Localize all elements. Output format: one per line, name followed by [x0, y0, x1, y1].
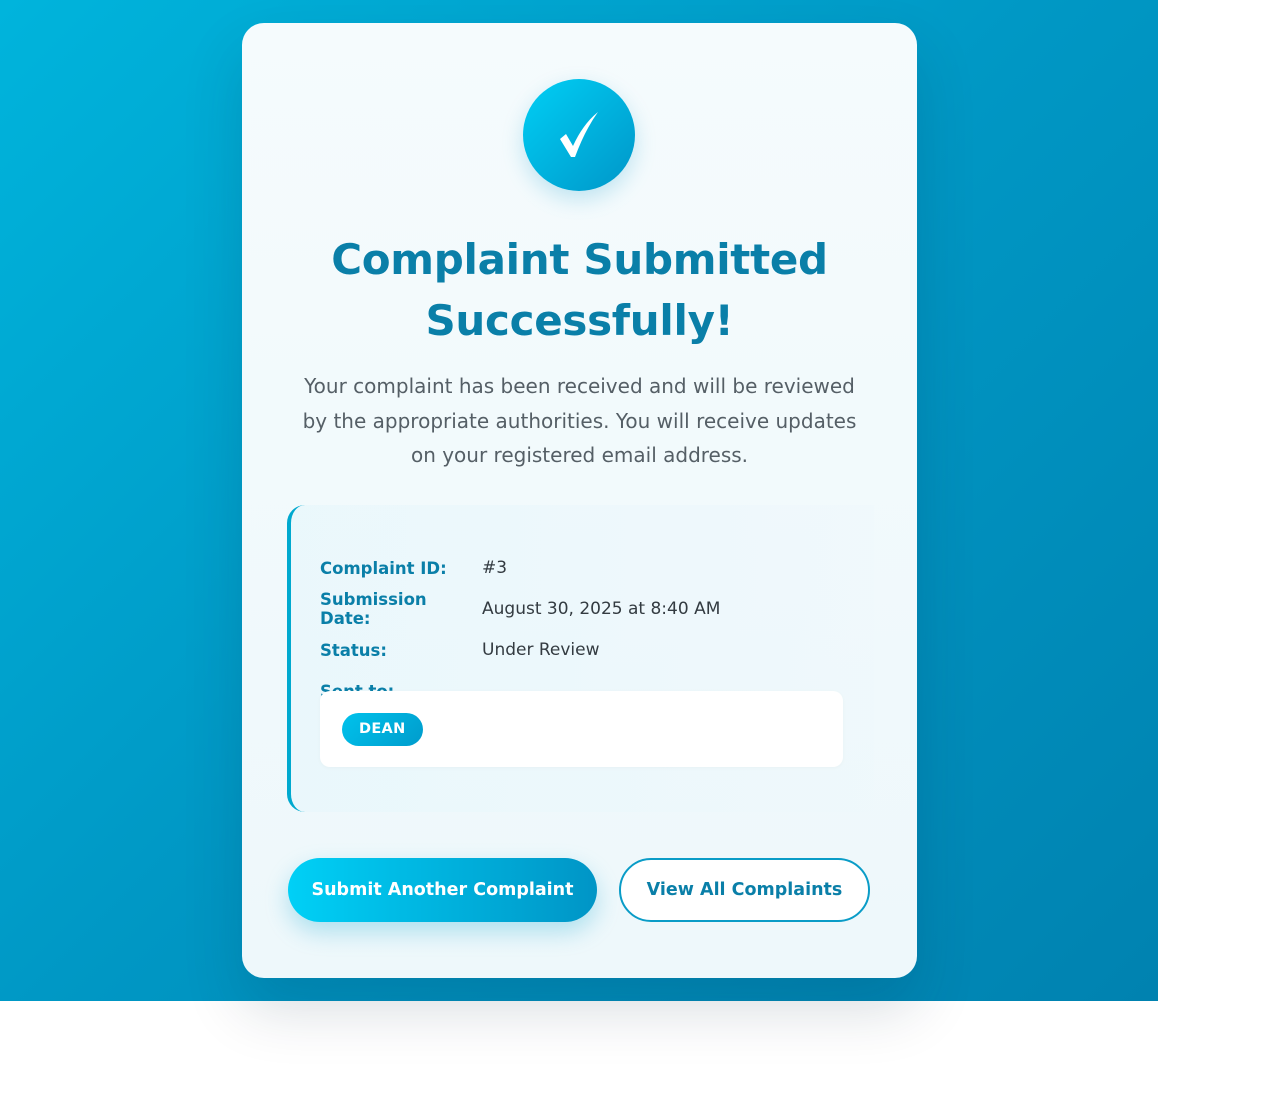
confirmation-card: Complaint Submitted Successfully! Your c… [242, 23, 917, 978]
status-value: Under Review [482, 640, 600, 660]
status-label: Status: [320, 640, 387, 660]
submit-another-complaint-button[interactable]: Submit Another Complaint [288, 858, 597, 922]
recipients-box: DEAN [320, 691, 843, 767]
complaint-details-panel: Complaint ID: #3 Submission Date: August… [287, 505, 874, 812]
success-badge [523, 79, 635, 191]
detail-row-complaint-id: Complaint ID: #3 [320, 556, 507, 580]
recipient-badge: DEAN [342, 713, 423, 746]
complaint-id-value: #3 [482, 558, 508, 578]
success-description: Your complaint has been received and wil… [302, 374, 857, 467]
submission-date-label: Submission Date: [320, 590, 427, 628]
detail-row-submission-date: Submission Date: August 30, 2025 at 8:40… [320, 590, 721, 628]
submission-date-value: August 30, 2025 at 8:40 AM [482, 599, 721, 619]
page-title: Complaint Submitted Successfully! [331, 235, 828, 345]
complaint-id-label: Complaint ID: [320, 558, 447, 578]
checkmark-icon [560, 112, 598, 157]
view-all-complaints-button[interactable]: View All Complaints [619, 858, 870, 922]
detail-row-status: Status: Under Review [320, 638, 600, 662]
